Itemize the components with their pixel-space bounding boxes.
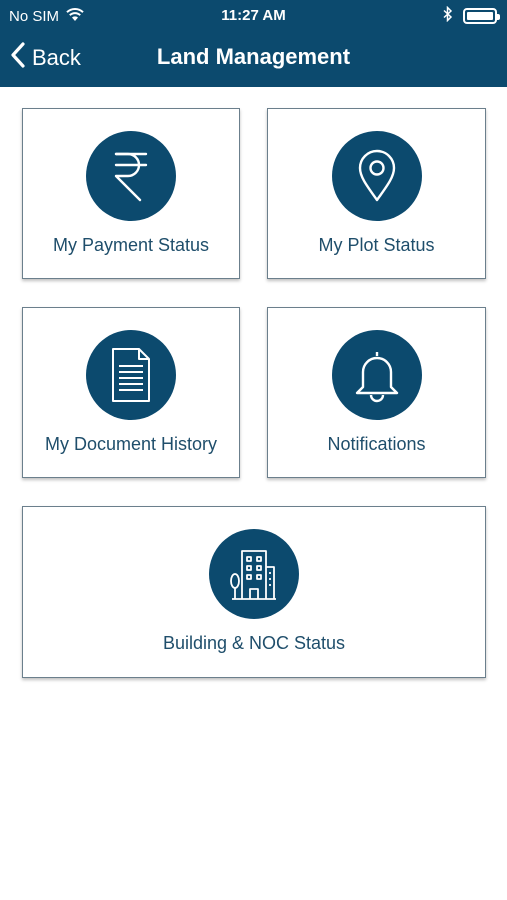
status-right <box>443 5 500 26</box>
document-history-tile[interactable]: My Document History <box>22 307 240 478</box>
notifications-label: Notifications <box>327 434 426 454</box>
status-time: 11:27 AM <box>221 7 286 24</box>
building-noc-status-label: Building & NOC Status <box>162 633 346 653</box>
app-header: No SIM 11:27 AM Back Land Management <box>0 0 507 87</box>
document-history-label: My Document History <box>44 434 218 454</box>
plot-status-tile[interactable]: My Plot Status <box>267 108 486 279</box>
bell-icon <box>331 330 422 420</box>
rupee-icon <box>86 131 176 221</box>
building-noc-status-tile[interactable]: Building & NOC Status <box>22 506 486 678</box>
document-icon <box>86 330 176 420</box>
building-icon <box>209 529 299 619</box>
battery-icon <box>463 8 500 24</box>
notifications-tile[interactable]: Notifications <box>267 307 486 478</box>
payment-status-label: My Payment Status <box>52 235 210 255</box>
page-title: Land Management <box>156 44 351 69</box>
location-pin-icon <box>331 131 422 221</box>
status-bar: No SIM 11:27 AM <box>0 0 507 32</box>
navigation-bar: Back Land Management <box>0 32 507 87</box>
plot-status-label: My Plot Status <box>318 235 435 255</box>
bluetooth-icon <box>443 5 453 26</box>
payment-status-tile[interactable]: My Payment Status <box>22 108 240 279</box>
